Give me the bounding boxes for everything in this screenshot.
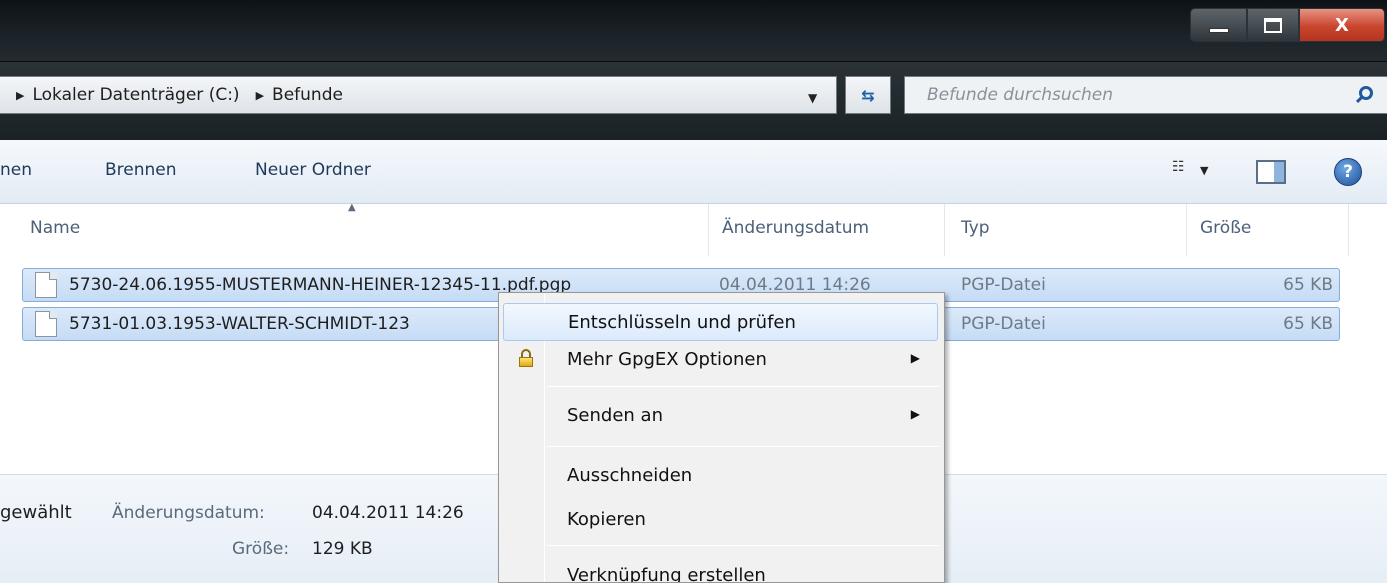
- submenu-arrow-icon: ▶: [910, 351, 920, 365]
- menu-item-copy[interactable]: Kopieren: [503, 501, 938, 539]
- details-size-value: 129 KB: [312, 539, 373, 559]
- new-folder-button[interactable]: Neuer Ordner: [255, 160, 371, 180]
- toolbar-item-partial[interactable]: nen: [0, 160, 32, 180]
- file-name: 5730-24.06.1955-MUSTERMANN-HEINER-12345-…: [69, 275, 572, 295]
- menu-item-send-to[interactable]: Senden an ▶: [503, 397, 938, 435]
- column-header-row: ▲ Name Änderungsdatum Typ Größe: [0, 202, 1387, 256]
- minimize-icon: [1208, 27, 1229, 33]
- menu-separator: [547, 386, 939, 387]
- file-size: 65 KB: [1283, 314, 1333, 334]
- chevron-right-icon: ▶: [255, 88, 265, 102]
- column-divider[interactable]: [708, 204, 709, 256]
- menu-separator: [547, 545, 939, 546]
- menu-separator: [547, 446, 939, 447]
- submenu-arrow-icon: ▶: [910, 407, 920, 421]
- column-divider[interactable]: [1348, 204, 1349, 256]
- chevron-down-icon[interactable]: ▼: [1200, 164, 1208, 177]
- menu-item-label: Kopieren: [567, 509, 646, 530]
- help-icon[interactable]: ?: [1334, 158, 1362, 186]
- column-header-modified[interactable]: Änderungsdatum: [722, 218, 869, 238]
- details-modified-value: 04.04.2011 14:26: [312, 503, 464, 523]
- selection-summary: gewählt: [0, 502, 72, 523]
- breadcrumb-drive[interactable]: ▶ Lokaler Datenträger (C:): [0, 85, 240, 105]
- column-header-type[interactable]: Typ: [961, 218, 990, 238]
- menu-item-gpgex-options[interactable]: Mehr GpgEX Optionen ▶: [503, 341, 938, 379]
- details-modified-label: Änderungsdatum:: [112, 503, 265, 523]
- column-divider[interactable]: [1186, 204, 1187, 256]
- menu-item-label: Entschlüsseln und prüfen: [568, 312, 796, 333]
- address-dropdown-icon[interactable]: ▼: [808, 91, 817, 105]
- lock-icon: [519, 349, 533, 367]
- column-header-name[interactable]: Name: [30, 218, 80, 238]
- view-options-icon[interactable]: ☷: [1172, 159, 1192, 179]
- file-type: PGP-Datei: [961, 314, 1046, 334]
- address-row: ▶ Lokaler Datenträger (C:) ▶ Befunde ▼ ⇆…: [0, 62, 1387, 140]
- search-input[interactable]: Befunde durchsuchen: [904, 76, 1387, 114]
- help-label: ?: [1343, 162, 1353, 182]
- menu-item-label: Verknüpfung erstellen: [567, 565, 766, 583]
- file-name: 5731-01.03.1953-WALTER-SCHMIDT-123: [69, 314, 410, 334]
- command-bar: nen Brennen Neuer Ordner ☷ ▼ ?: [0, 140, 1387, 204]
- breadcrumb-folder[interactable]: ▶ Befunde: [240, 85, 343, 105]
- search-placeholder: Befunde durchsuchen: [927, 85, 1113, 105]
- details-size-label: Größe:: [232, 539, 290, 559]
- file-type: PGP-Datei: [961, 275, 1046, 295]
- title-bar: X: [0, 0, 1387, 62]
- menu-item-cut[interactable]: Ausschneiden: [503, 457, 938, 495]
- minimize-button[interactable]: [1190, 8, 1247, 42]
- breadcrumb-label: Befunde: [272, 85, 343, 105]
- menu-item-decrypt-verify[interactable]: Entschlüsseln und prüfen: [503, 303, 938, 341]
- search-icon[interactable]: [1359, 86, 1373, 100]
- menu-item-label: Senden an: [567, 405, 663, 426]
- file-icon: [35, 272, 57, 298]
- maximize-button[interactable]: [1247, 8, 1299, 42]
- column-divider[interactable]: [944, 204, 945, 256]
- close-icon: X: [1335, 14, 1349, 36]
- file-icon: [35, 311, 57, 337]
- context-menu: Entschlüsseln und prüfen Mehr GpgEX Opti…: [498, 292, 945, 583]
- menu-item-label: Mehr GpgEX Optionen: [567, 349, 767, 370]
- address-bar[interactable]: ▶ Lokaler Datenträger (C:) ▶ Befunde ▼: [0, 76, 837, 114]
- preview-pane-icon[interactable]: [1256, 160, 1286, 184]
- file-size: 65 KB: [1283, 275, 1333, 295]
- breadcrumb-label: Lokaler Datenträger (C:): [32, 85, 240, 105]
- refresh-icon: ⇆: [861, 85, 875, 105]
- close-button[interactable]: X: [1299, 8, 1385, 42]
- sort-ascending-icon: ▲: [348, 202, 356, 213]
- menu-item-create-shortcut[interactable]: Verknüpfung erstellen: [503, 557, 938, 583]
- refresh-button[interactable]: ⇆: [845, 76, 891, 114]
- menu-item-label: Ausschneiden: [567, 465, 693, 486]
- maximize-icon: [1264, 17, 1282, 33]
- burn-button[interactable]: Brennen: [105, 160, 177, 180]
- chevron-right-icon: ▶: [16, 88, 25, 102]
- column-header-size[interactable]: Größe: [1200, 218, 1251, 238]
